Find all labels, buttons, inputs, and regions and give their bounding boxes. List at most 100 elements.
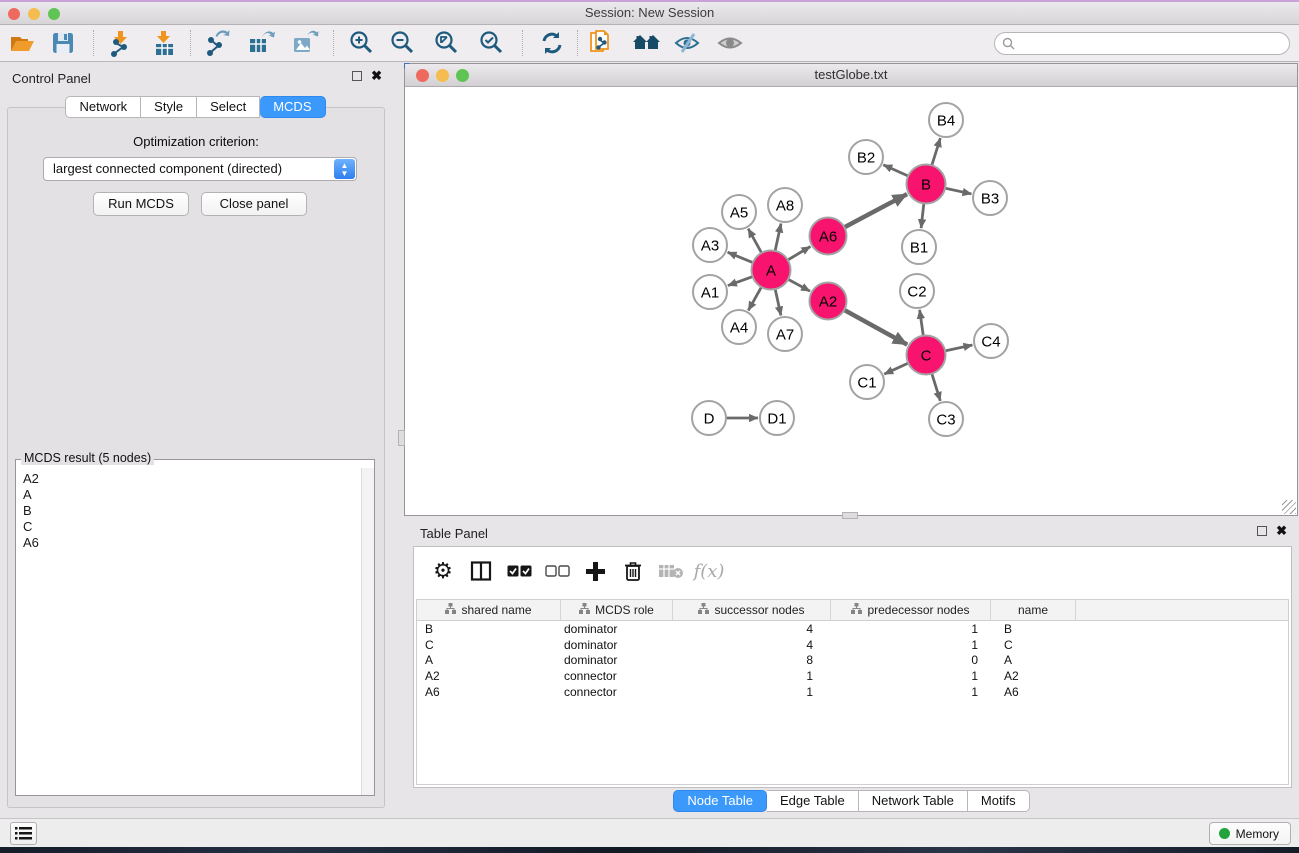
result-list-item[interactable]: C (23, 519, 361, 535)
node-A[interactable]: A (752, 251, 791, 290)
node-C4[interactable]: C4 (974, 324, 1008, 358)
zoom-in-icon[interactable] (347, 28, 377, 58)
column-chooser-icon[interactable] (462, 555, 500, 587)
search-field[interactable] (994, 32, 1290, 55)
table-cell[interactable]: 8 (673, 653, 831, 667)
result-list-item[interactable]: A (23, 487, 361, 503)
column-header-shared-name[interactable]: shared name (417, 600, 561, 620)
node-D[interactable]: D (692, 401, 726, 435)
node-A2[interactable]: A2 (810, 283, 847, 320)
node-C1[interactable]: C1 (850, 365, 884, 399)
table-cell[interactable]: 1 (673, 685, 831, 699)
float-table-panel-icon[interactable] (1257, 526, 1267, 536)
refresh-icon[interactable] (537, 28, 567, 58)
table-cell[interactable]: connector (561, 669, 673, 683)
tab-mcds[interactable]: MCDS (260, 96, 325, 118)
export-network-icon[interactable] (203, 28, 233, 58)
minimize-window-button[interactable] (28, 8, 40, 20)
node-C2[interactable]: C2 (900, 274, 934, 308)
node-C[interactable]: C (907, 336, 946, 375)
table-cell[interactable]: dominator (561, 638, 673, 652)
zoom-fit-icon[interactable] (432, 28, 462, 58)
network-window-titlebar[interactable]: testGlobe.txt (405, 64, 1297, 87)
table-row[interactable]: Bdominator41B (417, 621, 1288, 637)
memory-button[interactable]: Memory (1209, 822, 1291, 845)
split-handle-bottom[interactable] (842, 512, 858, 519)
table-cell[interactable]: A2 (417, 669, 561, 683)
export-table-icon[interactable] (246, 28, 276, 58)
node-A5[interactable]: A5 (722, 195, 756, 229)
node-B1[interactable]: B1 (902, 230, 936, 264)
node-A8[interactable]: A8 (768, 188, 802, 222)
deselect-all-icon[interactable] (538, 555, 576, 587)
table-cell[interactable]: A (991, 653, 1076, 667)
column-header-predecessor-nodes[interactable]: predecessor nodes (831, 600, 991, 620)
table-cell[interactable]: C (417, 638, 561, 652)
table-row[interactable]: A6connector11A6 (417, 684, 1288, 700)
result-scrollbar[interactable] (361, 468, 374, 795)
node-A4[interactable]: A4 (722, 310, 756, 344)
node-B4[interactable]: B4 (929, 103, 963, 137)
table-cell[interactable]: connector (561, 685, 673, 699)
task-history-button[interactable] (10, 822, 37, 845)
delete-column-icon[interactable] (614, 555, 652, 587)
table-cell[interactable]: B (417, 622, 561, 636)
zoom-window-button[interactable] (48, 8, 60, 20)
criterion-dropdown[interactable]: largest connected component (directed) ▲… (43, 157, 357, 181)
tab-style[interactable]: Style (141, 96, 197, 118)
add-column-icon[interactable] (576, 555, 614, 587)
tab-edge-table[interactable]: Edge Table (767, 790, 859, 812)
table-cell[interactable]: A6 (417, 685, 561, 699)
table-cell[interactable]: 1 (831, 669, 991, 683)
close-panel-button[interactable]: Close panel (201, 192, 307, 216)
table-cell[interactable]: B (991, 622, 1076, 636)
tab-select[interactable]: Select (197, 96, 260, 118)
run-mcds-button[interactable]: Run MCDS (93, 192, 189, 216)
table-cell[interactable]: A2 (991, 669, 1076, 683)
table-cell[interactable]: A (417, 653, 561, 667)
table-cell[interactable]: 1 (831, 638, 991, 652)
column-header-MCDS-role[interactable]: MCDS role (561, 600, 673, 620)
node-B2[interactable]: B2 (849, 140, 883, 174)
table-row[interactable]: Cdominator41C (417, 637, 1288, 653)
table-row[interactable]: A2connector11A2 (417, 668, 1288, 684)
export-image-icon[interactable] (290, 28, 320, 58)
table-cell[interactable]: dominator (561, 653, 673, 667)
network-zoom-button[interactable] (456, 69, 469, 82)
table-cell[interactable]: 1 (831, 685, 991, 699)
table-cell[interactable]: 0 (831, 653, 991, 667)
resize-grip-icon[interactable] (1282, 500, 1296, 514)
node-A7[interactable]: A7 (768, 317, 802, 351)
network-canvas[interactable]: B4B2BB3A8A5A6A3B1AA1C2A2A4A7C4CC1C3DD1 (405, 87, 1297, 515)
table-cell[interactable]: dominator (561, 622, 673, 636)
table-cell[interactable]: 1 (831, 622, 991, 636)
save-session-icon[interactable] (48, 28, 78, 58)
column-header-name[interactable]: name (991, 600, 1076, 620)
float-panel-icon[interactable] (352, 71, 362, 81)
node-A6[interactable]: A6 (810, 218, 847, 255)
mcds-result-list[interactable]: A2ABCA6 (16, 468, 361, 795)
network-close-button[interactable] (416, 69, 429, 82)
column-header-successor-nodes[interactable]: successor nodes (673, 600, 831, 620)
import-network-icon[interactable] (106, 28, 136, 58)
node-C3[interactable]: C3 (929, 402, 963, 436)
tab-network[interactable]: Network (65, 96, 141, 118)
tab-node-table[interactable]: Node Table (673, 790, 767, 812)
import-table-icon[interactable] (149, 28, 179, 58)
node-A1[interactable]: A1 (693, 275, 727, 309)
close-window-button[interactable] (8, 8, 20, 20)
new-network-from-selection-icon[interactable] (587, 28, 617, 58)
table-cell[interactable]: 1 (673, 669, 831, 683)
close-panel-icon[interactable]: ✖ (371, 71, 382, 81)
node-B3[interactable]: B3 (973, 181, 1007, 215)
table-cell[interactable]: 4 (673, 622, 831, 636)
hide-selected-icon[interactable] (672, 28, 702, 58)
zoom-out-icon[interactable] (388, 28, 418, 58)
table-cell[interactable]: C (991, 638, 1076, 652)
show-all-icon[interactable] (715, 28, 745, 58)
tab-network-table[interactable]: Network Table (859, 790, 968, 812)
select-all-icon[interactable] (500, 555, 538, 587)
open-session-icon[interactable] (7, 28, 37, 58)
node-A3[interactable]: A3 (693, 228, 727, 262)
table-cell[interactable]: A6 (991, 685, 1076, 699)
